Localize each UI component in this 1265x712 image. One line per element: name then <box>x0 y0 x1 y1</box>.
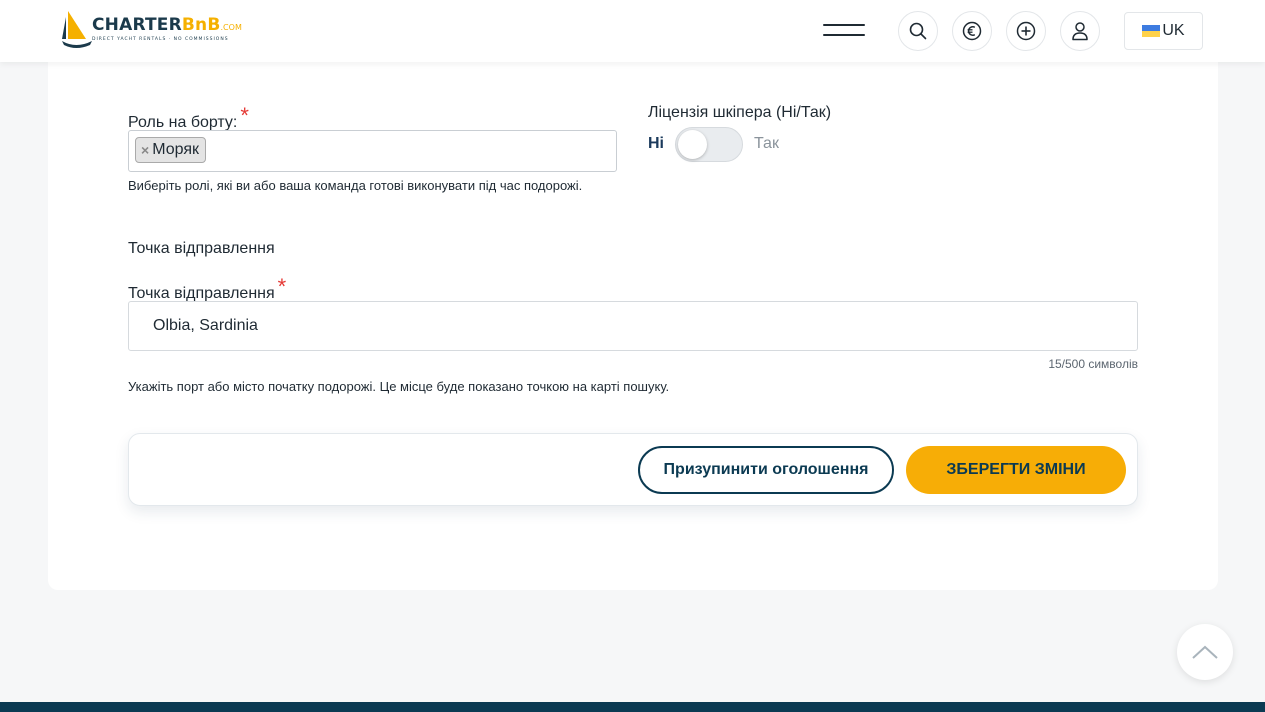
toggle-knob <box>678 130 707 159</box>
toggle-on-label: Так <box>754 135 779 152</box>
required-mark: * <box>277 274 287 299</box>
character-counter: 15/500 символів <box>1048 357 1138 371</box>
top-navbar: CHARTERBnB.COM DIRECT YACHT RENTALS · NO… <box>0 0 1265 62</box>
logo-wordmark: CHARTERBnB.COM <box>92 15 242 35</box>
departure-hint: Укажіть порт або місто початку подорожі.… <box>128 379 670 394</box>
skipper-license-label: Ліцензія шкіпера (Ні/Так) <box>648 104 832 121</box>
plus-circle-icon <box>1016 21 1036 41</box>
save-changes-button[interactable]: ЗБЕРЕГТИ ЗМІНИ <box>906 446 1126 494</box>
pause-listing-button[interactable]: Призупинити оголошення <box>638 446 894 494</box>
role-tag: × Моряк <box>135 137 206 163</box>
toggle-off-label: Ні <box>648 135 664 152</box>
required-mark: * <box>240 103 249 128</box>
listing-edit-card: Роль на борту: * × Моряк Виберіть ролі, я… <box>48 62 1218 590</box>
charterbnb-logo[interactable]: CHARTERBnB.COM DIRECT YACHT RENTALS · NO… <box>62 9 252 53</box>
user-icon <box>1072 22 1088 41</box>
scroll-to-top-button[interactable] <box>1177 624 1233 680</box>
search-icon <box>909 22 927 40</box>
role-hint: Виберіть ролі, які ви або ваша команда г… <box>128 178 583 193</box>
role-tag-label: Моряк <box>152 141 199 158</box>
logo-tagline: DIRECT YACHT RENTALS · NO COMMISSIONS <box>92 37 229 42</box>
footer <box>0 702 1265 712</box>
skipper-license-toggle[interactable] <box>675 127 743 162</box>
currency-button[interactable] <box>952 11 992 51</box>
language-code: UK <box>1162 22 1185 39</box>
add-listing-button[interactable] <box>1006 11 1046 51</box>
departure-input[interactable]: Olbia, Sardinia <box>128 301 1138 351</box>
menu-icon[interactable] <box>823 22 865 40</box>
departure-section-title: Точка відправлення <box>128 240 275 257</box>
language-selector[interactable]: UK <box>1124 12 1203 50</box>
euro-icon <box>962 21 982 41</box>
action-bar: Призупинити оголошення ЗБЕРЕГТИ ЗМІНИ <box>128 433 1138 506</box>
sailboat-logo-icon <box>62 11 92 48</box>
chevron-up-icon <box>1192 645 1218 659</box>
role-multiselect[interactable]: × Моряк <box>128 130 617 172</box>
search-button[interactable] <box>898 11 938 51</box>
ukraine-flag-icon <box>1142 25 1161 37</box>
remove-tag-icon[interactable]: × <box>141 138 149 162</box>
account-button[interactable] <box>1060 11 1100 51</box>
